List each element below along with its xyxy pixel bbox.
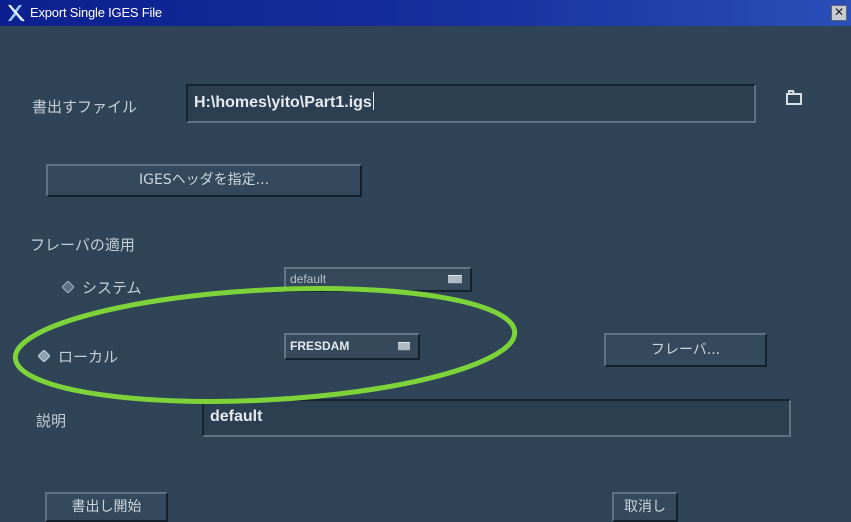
local-radio-label[interactable]: ローカル: [58, 346, 118, 367]
close-button[interactable]: ✕: [831, 5, 847, 21]
file-path-value: H:\homes\yito\Part1.igs: [194, 94, 372, 111]
system-flavor-dropdown[interactable]: default: [284, 267, 472, 292]
close-icon: ✕: [833, 5, 845, 19]
option-menu-indicator-icon: [398, 342, 410, 351]
text-caret: [372, 92, 374, 110]
title-bar: Export Single IGES File ✕: [0, 0, 851, 27]
flavor-button-label: フレーバ...: [650, 342, 721, 358]
description-label: 説明: [36, 412, 67, 430]
local-flavor-dropdown[interactable]: FRESDAM: [284, 333, 420, 360]
file-path-input[interactable]: H:\homes\yito\Part1.igs: [186, 84, 756, 123]
option-menu-indicator-icon: [448, 275, 462, 284]
x-logo-icon: [8, 4, 25, 22]
window-title: Export Single IGES File: [30, 5, 162, 20]
system-flavor-value: default: [290, 272, 327, 286]
local-radio-icon[interactable]: [38, 350, 50, 362]
iges-header-button[interactable]: IGESヘッダを指定...: [46, 164, 362, 197]
flavor-button[interactable]: フレーバ...: [604, 333, 767, 367]
cancel-button-label: 取消し: [624, 499, 666, 515]
system-radio-icon[interactable]: [62, 281, 74, 293]
start-export-button-label: 書出し開始: [71, 499, 142, 515]
system-radio-label[interactable]: システム: [82, 277, 142, 298]
local-flavor-value: FRESDAM: [290, 339, 350, 353]
cancel-button[interactable]: 取消し: [612, 492, 678, 522]
start-export-button[interactable]: 書出し開始: [45, 492, 168, 522]
folder-icon[interactable]: [782, 86, 806, 110]
description-input[interactable]: default: [202, 399, 791, 437]
file-label: 書出すファイル: [32, 98, 138, 116]
flavor-group-label: フレーバの適用: [30, 236, 135, 254]
description-value: default: [210, 408, 263, 425]
iges-header-button-label: IGESヘッダを指定...: [138, 172, 270, 188]
